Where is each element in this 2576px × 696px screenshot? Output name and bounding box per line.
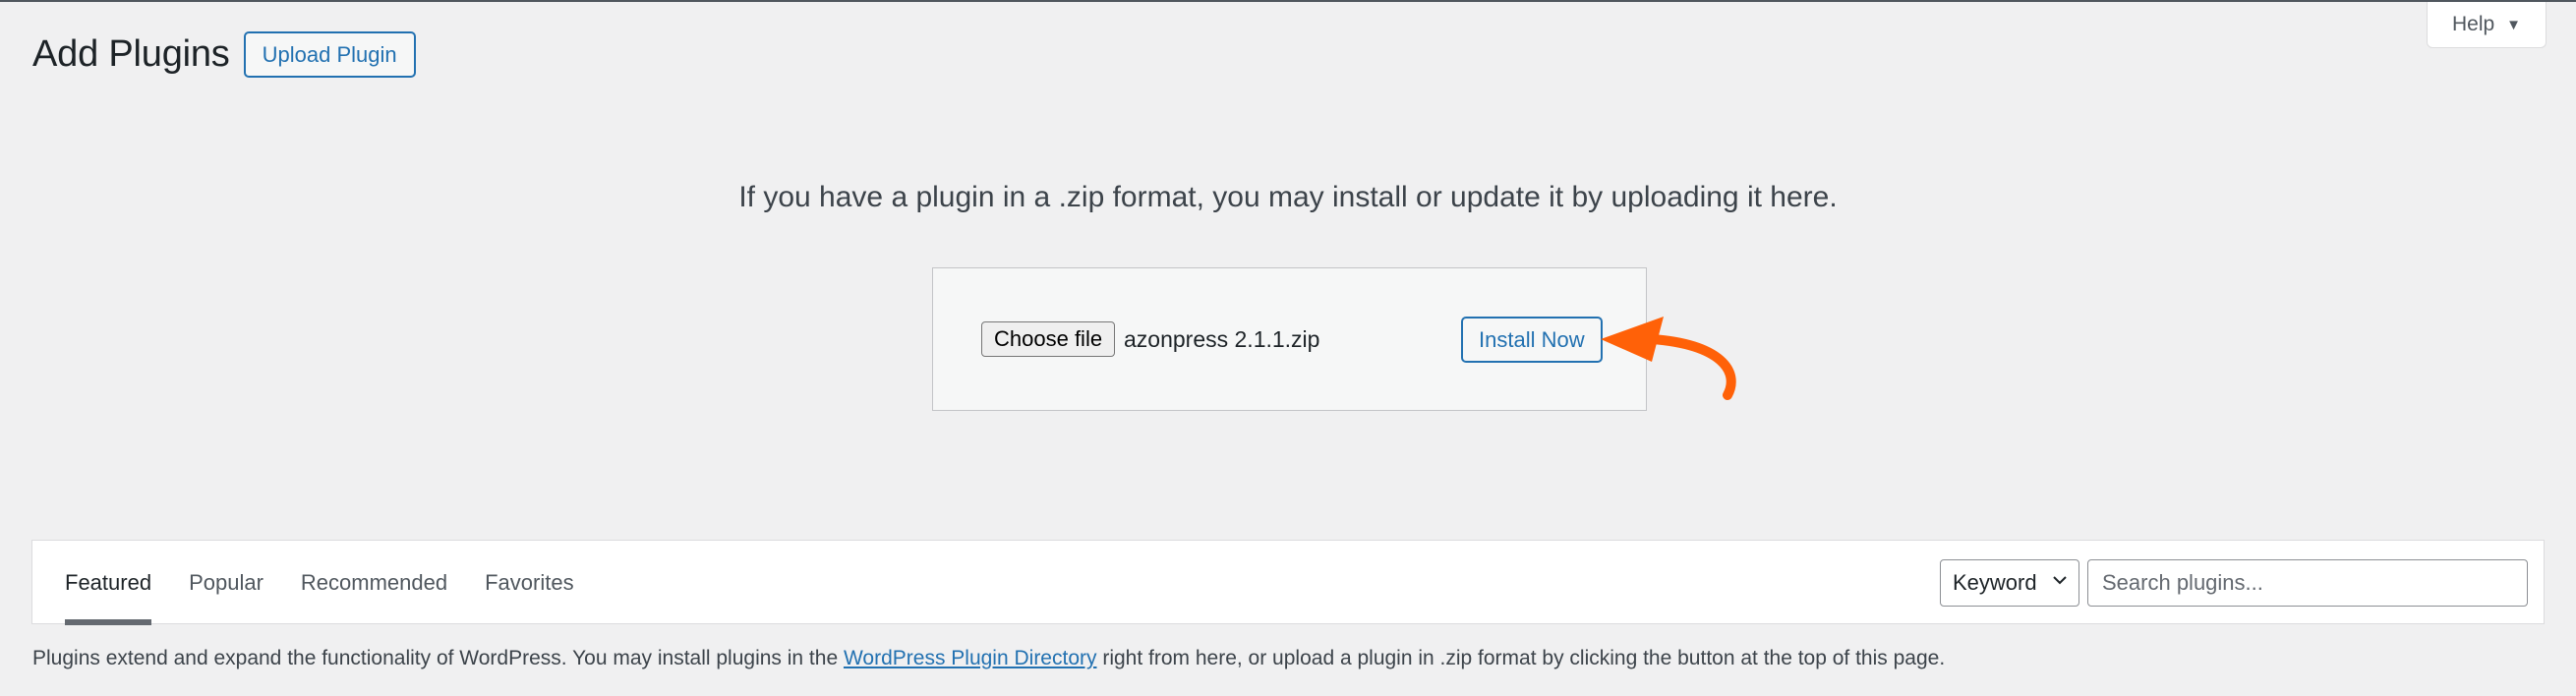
upload-plugin-button[interactable]: Upload Plugin	[243, 31, 416, 78]
plugin-directory-link[interactable]: WordPress Plugin Directory	[844, 647, 1097, 669]
install-now-button[interactable]: Install Now	[1461, 317, 1603, 363]
chevron-down-icon	[2053, 576, 2067, 585]
search-type-select[interactable]: Keyword	[1940, 559, 2079, 607]
plugins-info-text: Plugins extend and expand the functional…	[32, 647, 1945, 670]
info-text-after: right from here, or upload a plugin in .…	[1096, 647, 1946, 669]
tab-recommended[interactable]: Recommended	[301, 541, 447, 625]
plugin-filter-bar: Featured Popular Recommended Favorites K…	[31, 540, 2545, 625]
tab-featured[interactable]: Featured	[65, 541, 152, 625]
selected-file-name: azonpress 2.1.1.zip	[1124, 326, 1320, 352]
pointing-arrow-icon	[1601, 317, 1736, 400]
search-type-value: Keyword	[1953, 570, 2037, 595]
search-placeholder: Search plugins...	[2102, 570, 2263, 595]
top-border	[0, 0, 2576, 2]
page-header: Add Plugins Upload Plugin	[32, 31, 416, 78]
upload-form: Choose file azonpress 2.1.1.zip Install …	[932, 267, 1647, 411]
search-plugins-input[interactable]: Search plugins...	[2087, 559, 2528, 607]
tab-popular[interactable]: Popular	[189, 541, 263, 625]
tab-favorites[interactable]: Favorites	[485, 541, 573, 625]
help-label: Help	[2451, 13, 2495, 35]
filter-tabs: Featured Popular Recommended Favorites	[65, 541, 612, 625]
choose-file-button[interactable]: Choose file	[981, 321, 1116, 357]
info-text-before: Plugins extend and expand the functional…	[32, 647, 844, 669]
caret-down-icon: ▼	[2506, 16, 2522, 33]
page-title: Add Plugins	[32, 33, 230, 75]
help-tab-button[interactable]: Help ▼	[2427, 2, 2547, 48]
upload-instructions: If you have a plugin in a .zip format, y…	[738, 181, 1838, 213]
